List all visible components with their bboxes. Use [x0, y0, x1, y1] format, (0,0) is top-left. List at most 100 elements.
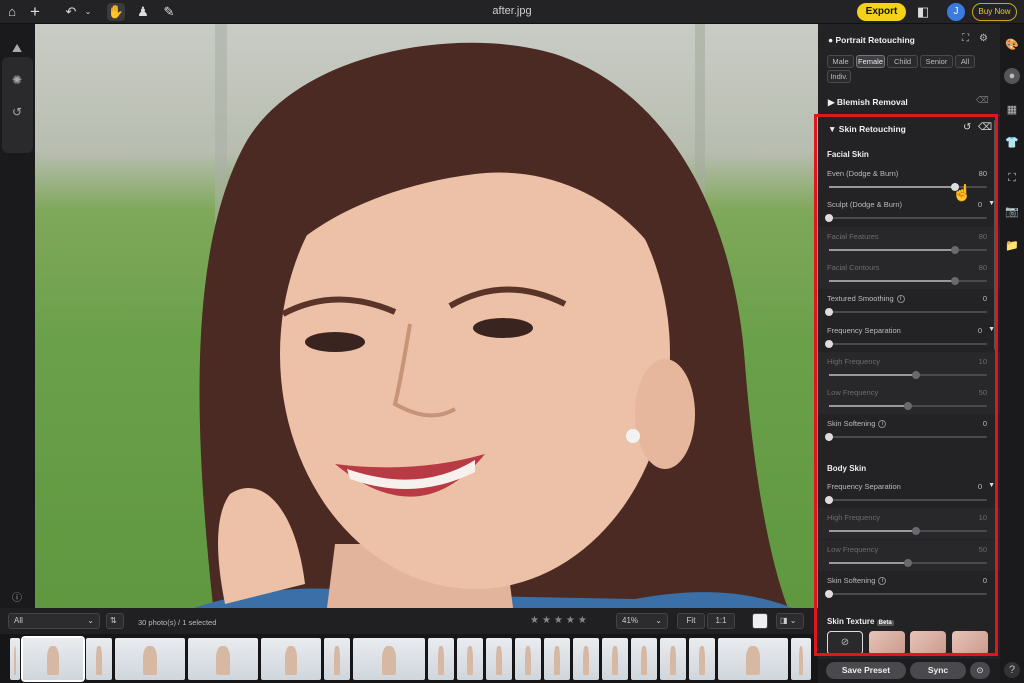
- slider-knob[interactable]: [825, 214, 833, 223]
- chip-all[interactable]: All: [955, 55, 975, 68]
- chevron-down-icon[interactable]: ⌄: [79, 3, 97, 21]
- slider-knob[interactable]: [911, 370, 920, 379]
- sort-button[interactable]: ⇅: [106, 613, 124, 629]
- eraser-icon[interactable]: ⌫: [976, 95, 989, 106]
- slider-track[interactable]: [829, 402, 987, 411]
- slider-track[interactable]: [829, 276, 987, 285]
- blemish-removal-header[interactable]: ▶ Blemish Removal: [828, 97, 908, 108]
- reset-icon[interactable]: ↺: [963, 122, 971, 133]
- thumbnail[interactable]: [486, 638, 512, 680]
- thumbnail[interactable]: [689, 638, 715, 680]
- caret-down-icon[interactable]: ▼: [988, 482, 995, 489]
- shirt-icon[interactable]: 👕: [1004, 135, 1020, 151]
- export-button[interactable]: Export: [857, 3, 906, 21]
- thumbnail[interactable]: [10, 638, 20, 680]
- slider-knob[interactable]: [904, 402, 912, 411]
- filter-icon[interactable]: ✺: [6, 69, 28, 91]
- slider-knob[interactable]: [825, 339, 833, 348]
- texture-option-3[interactable]: [952, 631, 988, 655]
- slider-track[interactable]: [825, 308, 987, 317]
- save-preset-button[interactable]: Save Preset: [826, 662, 906, 679]
- eraser-icon[interactable]: ⌫: [978, 122, 992, 133]
- filter-select[interactable]: All ⌄: [8, 613, 100, 629]
- thumbnail[interactable]: [457, 638, 483, 680]
- buy-now-button[interactable]: Buy Now: [972, 3, 1017, 21]
- chip-female[interactable]: Female: [856, 55, 885, 68]
- slider-knob[interactable]: [951, 276, 960, 285]
- camera-icon[interactable]: 📷: [1004, 204, 1020, 220]
- thumbnail[interactable]: [324, 638, 350, 680]
- slider-track[interactable]: [829, 370, 987, 379]
- thumbnail[interactable]: [544, 638, 570, 680]
- thumbnail[interactable]: [515, 638, 541, 680]
- help-icon[interactable]: ?: [1004, 662, 1020, 678]
- history-icon[interactable]: ↺: [6, 101, 28, 123]
- chip-male[interactable]: Male: [827, 55, 854, 68]
- thumbnail[interactable]: [660, 638, 686, 680]
- thumbnail[interactable]: [791, 638, 811, 680]
- sync-button[interactable]: Sync: [910, 662, 966, 679]
- sync-settings-icon[interactable]: ⊙: [970, 662, 990, 679]
- thumbnail[interactable]: [86, 638, 112, 680]
- slider-track[interactable]: [825, 339, 987, 348]
- hand-icon[interactable]: ✋: [107, 3, 125, 21]
- chip-indiv[interactable]: Indiv.: [827, 70, 851, 83]
- info-icon[interactable]: i: [896, 295, 905, 304]
- slider-knob[interactable]: [825, 308, 833, 317]
- single-view-icon[interactable]: [752, 613, 768, 629]
- chip-senior[interactable]: Senior: [920, 55, 953, 68]
- info-icon[interactable]: ⓘ: [6, 588, 28, 610]
- compare-view-icon[interactable]: ◨ ⌄: [776, 613, 804, 629]
- avatar[interactable]: J: [947, 3, 965, 21]
- crop-icon[interactable]: ⛶: [1004, 170, 1020, 186]
- texture-none-option[interactable]: ⊘: [827, 631, 863, 655]
- info-icon[interactable]: i: [878, 420, 887, 429]
- settings-icon[interactable]: ⚙: [979, 33, 988, 44]
- slider-knob[interactable]: [825, 496, 833, 504]
- photo-canvas[interactable]: [35, 24, 818, 608]
- slider-track[interactable]: [829, 527, 987, 536]
- thumbnail[interactable]: [261, 638, 321, 680]
- texture-option-1[interactable]: [869, 631, 905, 655]
- thumbnail[interactable]: [115, 638, 185, 680]
- grid-icon[interactable]: ▦: [1004, 102, 1020, 118]
- one-to-one-button[interactable]: 1:1: [707, 613, 735, 629]
- slider-track[interactable]: [825, 214, 987, 223]
- rating-stars[interactable]: ★★★★★: [530, 615, 590, 626]
- folder-icon[interactable]: 📁: [1004, 238, 1020, 254]
- thumbnail[interactable]: [718, 638, 788, 680]
- thumbnail[interactable]: [353, 638, 425, 680]
- compare-icon[interactable]: ◧: [914, 3, 932, 21]
- slider-track[interactable]: [825, 496, 987, 504]
- thumbnail[interactable]: [602, 638, 628, 680]
- slider-track[interactable]: [825, 433, 987, 442]
- texture-option-2[interactable]: [910, 631, 946, 655]
- slider-knob[interactable]: [951, 245, 960, 254]
- zoom-select[interactable]: 41% ⌄: [616, 613, 668, 629]
- plus-icon[interactable]: +: [26, 3, 44, 21]
- face-detect-icon[interactable]: ⛶: [962, 33, 969, 44]
- panel-scrollbar[interactable]: [994, 120, 997, 350]
- portrait-retouching-header[interactable]: ● Portrait Retouching: [828, 35, 915, 45]
- slider-track[interactable]: [829, 558, 987, 567]
- thumbnail[interactable]: [428, 638, 454, 680]
- fit-button[interactable]: Fit: [677, 613, 705, 629]
- slider-knob[interactable]: [825, 589, 833, 598]
- home-icon[interactable]: ⌂: [3, 3, 21, 21]
- stamp-icon[interactable]: ♟: [134, 3, 152, 21]
- info-icon[interactable]: i: [878, 576, 887, 585]
- slider-knob[interactable]: [911, 527, 920, 536]
- thumbnail[interactable]: [188, 638, 258, 680]
- skin-retouching-header[interactable]: ▼ Skin Retouching: [828, 124, 906, 134]
- undo-icon[interactable]: ↶: [62, 3, 80, 21]
- chip-child[interactable]: Child: [887, 55, 918, 68]
- slider-knob[interactable]: [825, 433, 833, 442]
- portrait-tool-icon[interactable]: ●: [1004, 68, 1020, 84]
- slider-track[interactable]: [829, 245, 987, 254]
- enhance-icon[interactable]: ⛰: [6, 37, 28, 59]
- thumbnail[interactable]: [631, 638, 657, 680]
- slider-track[interactable]: [825, 589, 987, 598]
- thumbnail[interactable]: [573, 638, 599, 680]
- thumbnail-selected[interactable]: [21, 636, 85, 682]
- slider-knob[interactable]: [904, 558, 912, 567]
